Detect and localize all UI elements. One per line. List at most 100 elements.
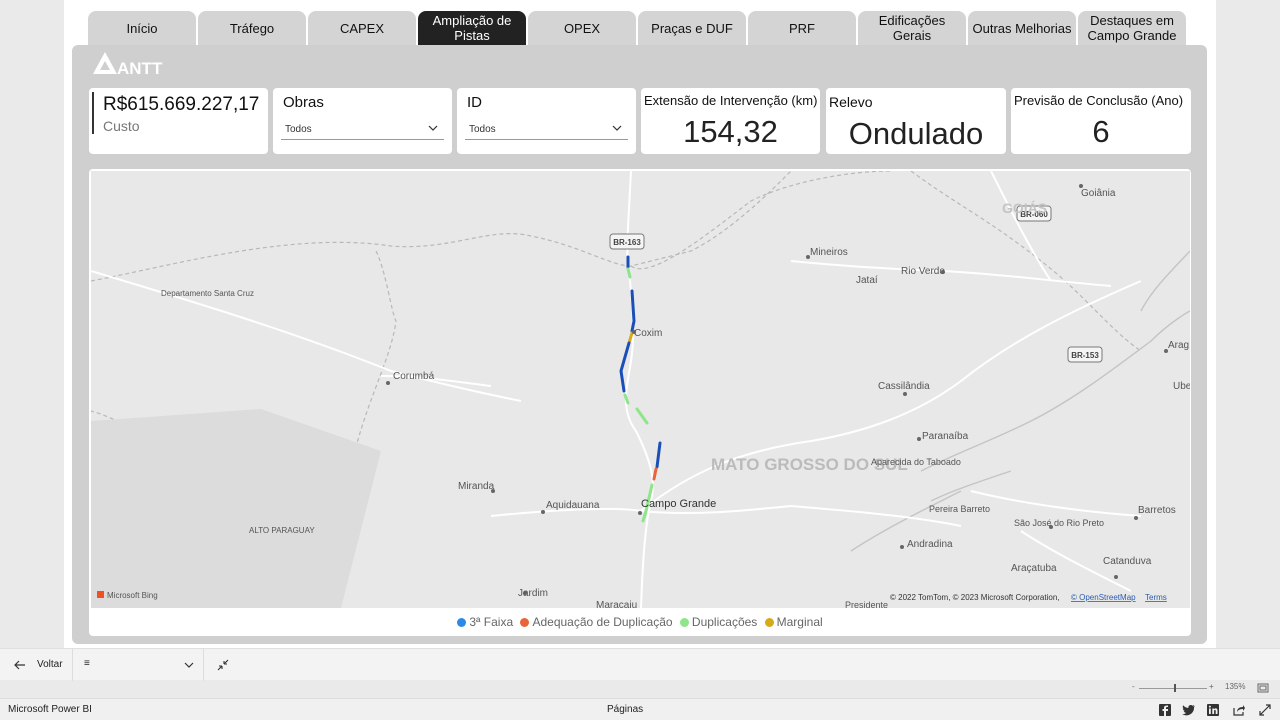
segment-marginal — [627, 331, 634, 345]
extensao-card: Extensão de Intervenção (km) 154,32 — [641, 88, 820, 154]
zoom-out-button[interactable]: - — [1132, 682, 1135, 691]
map-attribution: © 2022 TomTom, © 2023 Microsoft Corporat… — [890, 593, 1167, 602]
extensao-value: 154,32 — [683, 114, 778, 149]
legend-item-marginal[interactable]: Marginal — [764, 615, 823, 629]
arrow-left-icon — [14, 660, 25, 669]
zoom-slider[interactable] — [1139, 688, 1207, 689]
divider — [72, 649, 73, 681]
zoom-control: - + 135% — [1125, 682, 1280, 694]
id-dropdown[interactable]: Todos — [465, 118, 628, 140]
tab-pracas-e-duf[interactable]: Praças e DUF — [638, 11, 746, 45]
segment-duplicacao — [626, 267, 632, 279]
place-label: Goiânia — [1081, 188, 1116, 199]
pages-button[interactable]: Páginas — [607, 704, 643, 715]
relevo-value: Ondulado — [848, 116, 984, 151]
status-bar: Microsoft Power BI Páginas — [0, 698, 1280, 720]
tab-label: PRF — [789, 20, 815, 36]
segment-3a-faixa — [630, 289, 636, 333]
page-selector-dropdown[interactable]: ≡ — [80, 657, 196, 673]
tab-opex[interactable]: OPEX — [528, 11, 636, 45]
back-button[interactable]: Voltar — [14, 659, 63, 670]
legend-dot — [457, 617, 467, 627]
tab-label: Ampliação de Pistas — [432, 13, 512, 43]
twitter-icon[interactable] — [1182, 703, 1196, 717]
legend-item-duplicacoes[interactable]: Duplicações — [679, 615, 758, 629]
collapse-icon[interactable] — [217, 659, 229, 671]
map-city-dots — [386, 184, 1168, 595]
segment-adequacao — [652, 467, 658, 481]
place-label: Jardim — [518, 588, 548, 599]
place-label: São José do Rio Preto — [1014, 518, 1104, 528]
cost-label: Custo — [103, 118, 140, 134]
page-selector-icon: ≡ — [84, 658, 90, 669]
place-label: Campo Grande — [641, 498, 716, 510]
relevo-card: Relevo Ondulado — [826, 88, 1006, 154]
fit-to-page-icon[interactable] — [1257, 683, 1269, 693]
legend-item-adequacao[interactable]: Adequação de Duplicação — [520, 615, 673, 629]
tab-prf[interactable]: PRF — [748, 11, 856, 45]
tab-label: Outras Melhorias — [972, 20, 1072, 36]
place-label: Catanduva — [1103, 556, 1152, 567]
facebook-icon[interactable] — [1158, 703, 1172, 717]
tab-edificacoes-gerais[interactable]: Edificações Gerais — [858, 11, 966, 45]
zoom-value: 135% — [1225, 682, 1246, 691]
place-label: Aquidauana — [546, 500, 600, 511]
extensao-title: Extensão de Intervenção (km) — [644, 93, 818, 108]
shield-label: BR-163 — [613, 238, 641, 247]
place-label: Jataí — [856, 275, 878, 286]
id-title: ID — [467, 94, 482, 111]
place-label: Araçatuba — [1011, 563, 1057, 574]
divider — [203, 649, 204, 681]
tab-ampliacao-de-pistas[interactable]: Ampliação de Pistas — [418, 11, 526, 45]
share-icon[interactable] — [1232, 703, 1246, 717]
place-label: Andradina — [907, 539, 953, 550]
previsao-card: Previsão de Conclusão (Ano) 6 — [1011, 88, 1191, 154]
place-label: Miranda — [458, 481, 495, 492]
tab-trafego[interactable]: Tráfego — [198, 11, 306, 45]
tab-inicio[interactable]: Início — [88, 11, 196, 45]
tab-destaques-campo-grande[interactable]: Destaques em Campo Grande — [1078, 11, 1186, 45]
map-visual[interactable]: BR-163 BR-060 BR-153 MATO GROSSO DO SUL … — [91, 171, 1190, 608]
relevo-title: Relevo — [829, 94, 873, 110]
shield-label: BR-153 — [1071, 351, 1099, 360]
cost-card: R$615.669.227,17 Custo — [89, 88, 268, 154]
place-label: Aparecida do Taboado — [871, 457, 961, 467]
legend-dot — [520, 617, 530, 627]
legend-label: 3ª Faixa — [469, 615, 514, 629]
tab-label: Praças e DUF — [651, 20, 733, 36]
legend-dot — [764, 617, 774, 627]
legend-label: Duplicações — [691, 615, 758, 629]
legend-label: Marginal — [776, 615, 823, 629]
terms-link: Terms — [1145, 593, 1167, 602]
obras-filter-card: Obras Todos — [273, 88, 452, 154]
tab-label: OPEX — [563, 20, 601, 36]
chevron-down-icon — [612, 125, 622, 131]
obras-title: Obras — [283, 94, 324, 111]
expand-icon[interactable] — [1258, 703, 1272, 717]
place-label: Presidente — [845, 600, 888, 608]
tab-outras-melhorias[interactable]: Outras Melhorias — [968, 11, 1076, 45]
segment-3a-faixa — [655, 441, 662, 469]
tab-label: Início — [126, 20, 158, 36]
id-selected: Todos — [469, 124, 496, 135]
obras-dropdown[interactable]: Todos — [281, 118, 444, 140]
place-label: Cassilândia — [878, 381, 930, 392]
place-label: Departamento Santa Cruz — [161, 289, 254, 298]
zoom-in-button[interactable]: + — [1209, 682, 1214, 691]
segment-duplicacao — [635, 407, 649, 425]
obras-selected: Todos — [285, 124, 312, 135]
report-nav-bar: Voltar ≡ — [0, 648, 1280, 681]
logo-text: ANTT — [117, 59, 163, 76]
place-label: Pereira Barreto — [929, 504, 990, 514]
previsao-value: 6 — [1092, 114, 1110, 149]
tab-capex[interactable]: CAPEX — [308, 11, 416, 45]
cost-value: R$615.669.227,17 — [103, 94, 260, 115]
linkedin-icon[interactable] — [1206, 703, 1220, 717]
previsao-title: Previsão de Conclusão (Ano) — [1014, 93, 1184, 108]
legend-item-3a-faixa[interactable]: 3ª Faixa — [457, 615, 513, 629]
tab-label: CAPEX — [339, 20, 385, 36]
card-accent-bar — [92, 92, 94, 134]
place-label: ALTO PARAGUAY — [249, 526, 315, 535]
bing-logo: Microsoft Bing — [97, 591, 158, 600]
zoom-thumb[interactable] — [1174, 684, 1176, 692]
